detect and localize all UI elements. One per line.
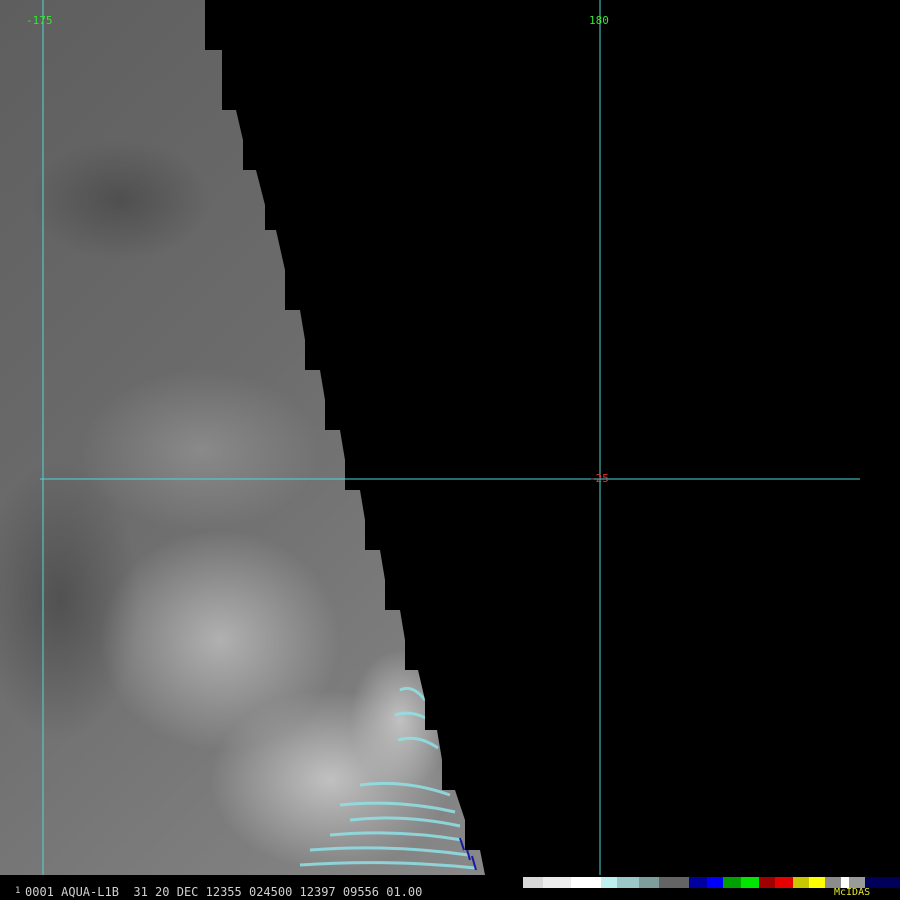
color-scale-segment xyxy=(617,877,639,888)
color-scale-segment xyxy=(689,877,707,888)
mcidas-brand-label: McIDAS xyxy=(834,887,871,898)
color-scale-segment xyxy=(659,877,689,888)
color-scale-segment xyxy=(543,877,571,888)
latitude-label: -25 xyxy=(589,472,609,485)
color-scale-segment xyxy=(741,877,759,888)
longitude-label: 180 xyxy=(589,14,609,27)
color-scale-segment xyxy=(601,877,617,888)
color-scale-segment xyxy=(865,877,900,888)
color-scale-segment xyxy=(793,877,809,888)
satellite-imagery-layer xyxy=(0,0,860,875)
color-scale-segment xyxy=(523,877,543,888)
satellite-image: -175 180 -25 xyxy=(0,0,900,900)
longitude-label: -175 xyxy=(26,14,53,27)
imagery-swath xyxy=(0,0,485,875)
color-scale-segment xyxy=(571,877,601,888)
color-scale-segment xyxy=(759,877,775,888)
color-scale-segment xyxy=(639,877,659,888)
color-scale-segment xyxy=(707,877,723,888)
image-metadata-text: 0001 AQUA-L1B 31 20 DEC 12355 024500 123… xyxy=(25,885,423,899)
color-scale-segment xyxy=(809,877,825,888)
frame-number: 1 xyxy=(15,886,21,896)
color-scale-segment xyxy=(723,877,741,888)
color-scale-segment xyxy=(775,877,793,888)
